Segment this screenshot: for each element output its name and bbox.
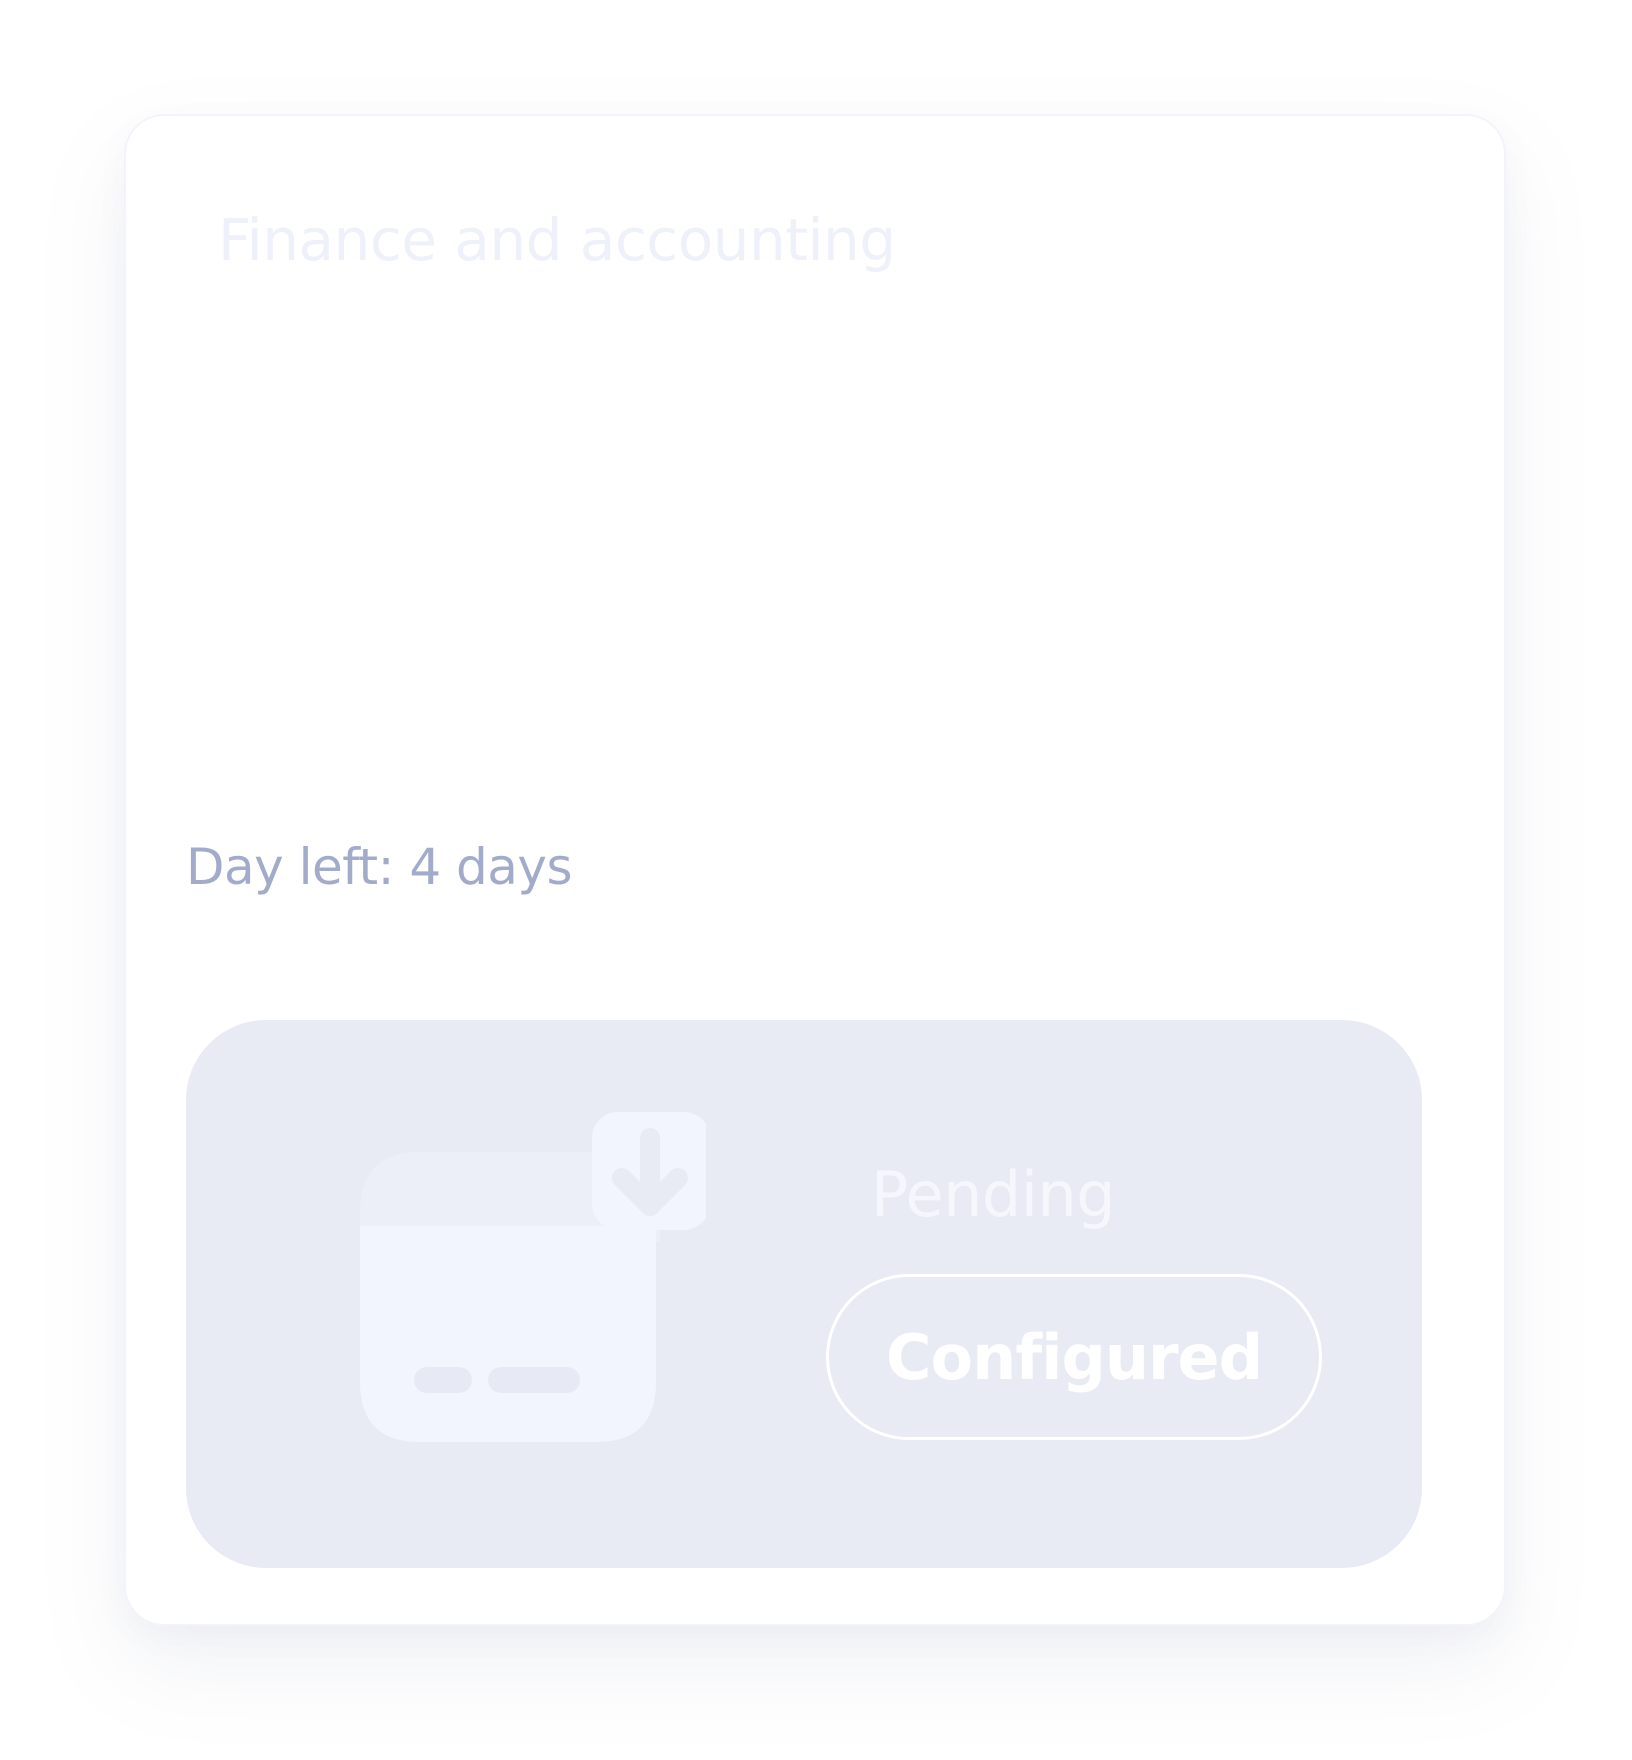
card-stripe-short (414, 1367, 472, 1393)
configured-button[interactable]: Configured (826, 1274, 1322, 1440)
card-body (360, 1226, 656, 1442)
credit-card-download-icon (360, 1112, 706, 1442)
card-title: Finance and accounting (218, 206, 896, 274)
days-left-text: Day left: 4 days (186, 838, 573, 896)
task-card: Finance and accounting Day left: 4 days … (124, 114, 1506, 1626)
status-label: Pending (870, 1158, 1116, 1231)
status-panel: Pending Configured (186, 1020, 1422, 1568)
card-stripe-long (488, 1367, 580, 1393)
